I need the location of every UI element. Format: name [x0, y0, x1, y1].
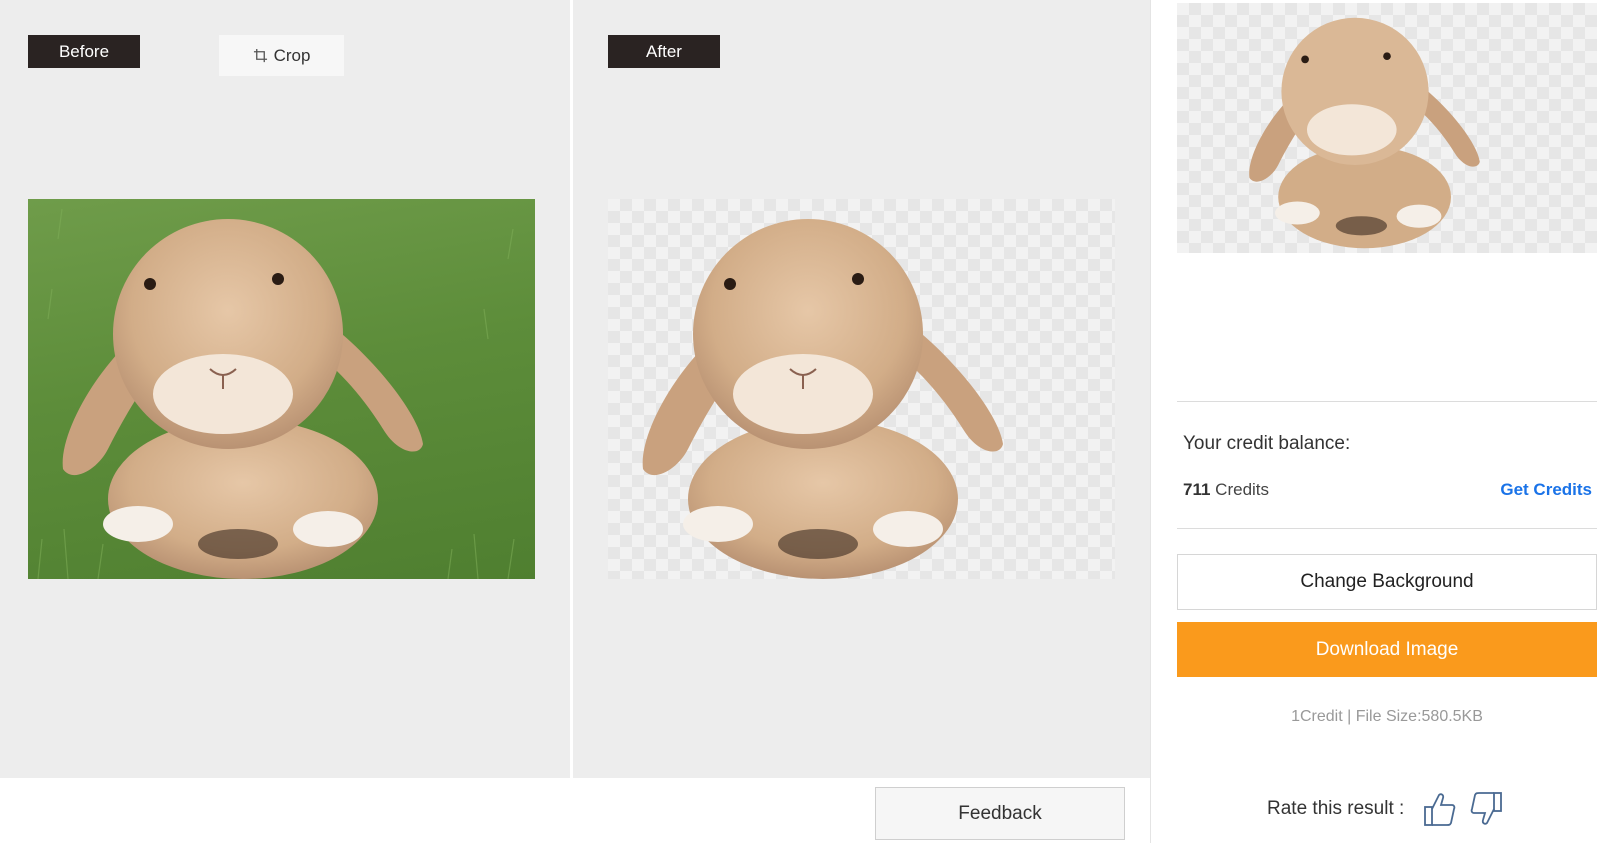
- separator: [1177, 528, 1597, 529]
- credit-amount: 711: [1183, 480, 1211, 499]
- change-background-button[interactable]: Change Background: [1177, 554, 1597, 610]
- credit-unit: Credits: [1215, 480, 1270, 499]
- crop-icon: [253, 48, 267, 63]
- file-info: 1Credit | File Size:580.5KB: [1291, 708, 1483, 725]
- after-image: [608, 199, 1115, 579]
- credit-balance-label: Your credit balance:: [1183, 433, 1351, 454]
- credit-balance-value: 711 Credits: [1183, 480, 1269, 500]
- result-thumbnail: [1177, 3, 1597, 253]
- feedback-button[interactable]: Feedback: [875, 787, 1125, 840]
- thumbs-up-icon: [1424, 793, 1456, 826]
- get-credits-link[interactable]: Get Credits: [1500, 480, 1592, 500]
- thumbs-down-button[interactable]: [1468, 788, 1504, 830]
- crop-label: Crop: [273, 45, 311, 65]
- before-tag: Before: [28, 35, 140, 68]
- download-image-button[interactable]: Download Image: [1177, 622, 1597, 677]
- app-root: Before Crop After Feedback Your credit b…: [0, 0, 1600, 843]
- before-image: [28, 199, 535, 579]
- after-tag: After: [608, 35, 720, 68]
- crop-button[interactable]: Crop: [219, 35, 344, 76]
- thumbs-down-icon: [1470, 792, 1503, 825]
- rate-result: Rate this result :: [1267, 788, 1504, 830]
- thumbs-up-button[interactable]: [1422, 788, 1458, 830]
- separator: [1177, 401, 1597, 402]
- rate-label: Rate this result :: [1267, 798, 1405, 819]
- sidebar-divider: [1150, 0, 1151, 843]
